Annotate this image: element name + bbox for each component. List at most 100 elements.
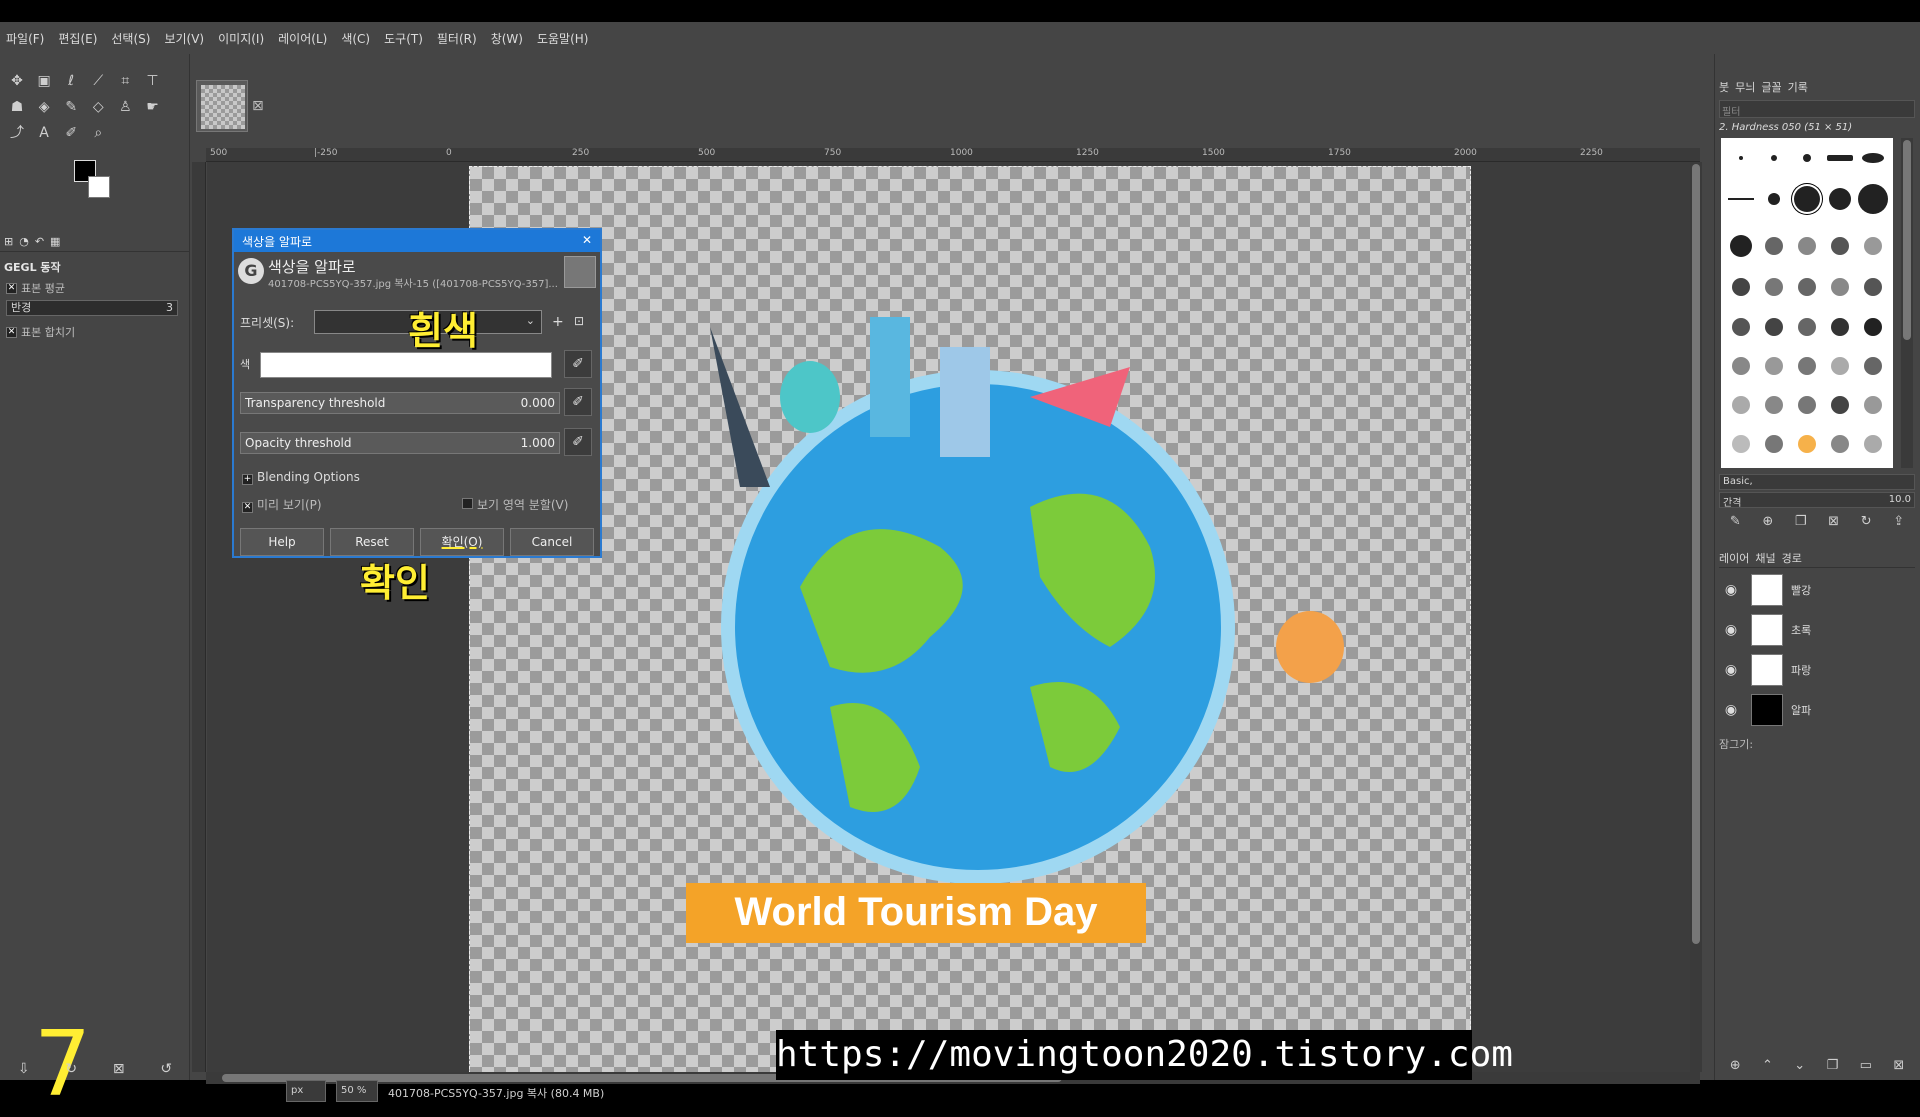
brush-item[interactable]	[1797, 435, 1816, 454]
sample-average-checkbox[interactable]: ✕	[6, 282, 17, 294]
image-tab[interactable]	[196, 80, 248, 132]
brush-item[interactable]	[1863, 435, 1882, 454]
list-item[interactable]: ◉ 초록	[1719, 610, 1915, 650]
menu-file[interactable]: 파일(F)	[6, 30, 44, 47]
brush-grid[interactable]	[1721, 138, 1893, 468]
background-color[interactable]	[88, 176, 110, 198]
brush-scroll-thumb[interactable]	[1903, 140, 1911, 340]
tool-options-tab-icon[interactable]: ⊞	[4, 235, 13, 248]
opacity-picker-icon[interactable]: ✐	[564, 428, 592, 456]
list-item[interactable]: ◉ 알파	[1719, 690, 1915, 730]
brush-item[interactable]	[1830, 356, 1849, 375]
undo-history-tab-icon[interactable]: ↶	[35, 235, 44, 248]
transparency-threshold-slider[interactable]: Transparency threshold 0.000	[240, 392, 560, 414]
channel-to-selection-icon[interactable]: ▭	[1860, 1058, 1872, 1078]
lower-icon[interactable]: ⌄	[1794, 1058, 1805, 1078]
close-tab-icon[interactable]: ⊠	[252, 98, 264, 114]
brush-item[interactable]	[1765, 435, 1784, 454]
delete-channel-icon[interactable]: ⊠	[1893, 1058, 1904, 1078]
list-item[interactable]: ◉ 파랑	[1719, 650, 1915, 690]
brush-item[interactable]	[1797, 317, 1816, 336]
tab-fonts[interactable]: 글꼴	[1761, 79, 1781, 95]
device-status-tab-icon[interactable]: ◔	[19, 235, 29, 248]
paths-icon[interactable]: ⤴	[6, 122, 28, 144]
delete-options-icon[interactable]: ⊠	[113, 1061, 125, 1077]
images-tab-icon[interactable]: ▦	[50, 235, 60, 248]
tab-history[interactable]: 기록	[1788, 79, 1808, 95]
brush-item[interactable]	[1765, 396, 1784, 415]
spacing-spinner[interactable]: 간격 10.0	[1719, 492, 1915, 509]
clone-icon[interactable]: ♙	[114, 96, 136, 118]
brush-item[interactable]	[1739, 155, 1744, 160]
zoom-icon[interactable]: ⌕	[87, 122, 109, 144]
brush-filter-input[interactable]: 필터	[1719, 100, 1915, 118]
brush-item[interactable]	[1857, 183, 1888, 214]
brush-item[interactable]	[1797, 237, 1816, 256]
radius-spinner[interactable]: 반경 3	[6, 300, 178, 316]
preview-toggle[interactable]: ✕ 미리 보기(P)	[242, 496, 322, 513]
preset-menu-icon[interactable]: ⊡	[574, 314, 584, 328]
eye-icon[interactable]: ◉	[1719, 582, 1743, 598]
brush-item[interactable]	[1732, 317, 1751, 336]
crop-icon[interactable]: ⌗	[114, 70, 136, 92]
brush-scrollbar[interactable]	[1901, 138, 1913, 468]
brush-item[interactable]	[1830, 317, 1849, 336]
brush-item[interactable]	[1765, 237, 1784, 256]
brush-item[interactable]	[1802, 153, 1811, 162]
brush-item[interactable]	[1863, 356, 1882, 375]
rect-select-icon[interactable]: ▣	[33, 70, 55, 92]
paintbrush-icon[interactable]: ✎	[60, 96, 82, 118]
sample-merged-row[interactable]: ✕ 표본 합치기	[0, 322, 190, 342]
color-picker-icon[interactable]: ✐	[60, 122, 82, 144]
refresh-brushes-icon[interactable]: ↻	[1861, 514, 1872, 534]
brush-item[interactable]	[1830, 237, 1849, 256]
brush-item[interactable]	[1828, 187, 1851, 210]
opacity-threshold-slider[interactable]: Opacity threshold 1.000	[240, 432, 560, 454]
menu-tools[interactable]: 도구(T)	[384, 30, 423, 47]
close-icon[interactable]: ✕	[582, 233, 592, 249]
list-item[interactable]: ◉ 빨강	[1719, 570, 1915, 610]
eraser-icon[interactable]: ◇	[87, 96, 109, 118]
brush-item[interactable]	[1765, 317, 1784, 336]
edit-brush-icon[interactable]: ✎	[1730, 514, 1741, 534]
brush-item[interactable]	[1765, 278, 1784, 297]
brush-item[interactable]	[1768, 192, 1781, 205]
new-channel-icon[interactable]: ⊕	[1730, 1058, 1741, 1078]
warp-icon[interactable]: ☗	[6, 96, 28, 118]
fuzzy-select-icon[interactable]: ⟋	[87, 70, 109, 92]
brush-item[interactable]	[1732, 435, 1751, 454]
text-tool-icon[interactable]: A	[33, 122, 55, 144]
eye-icon[interactable]: ◉	[1719, 702, 1743, 718]
vertical-scrollbar[interactable]	[1690, 162, 1702, 1072]
reset-options-icon[interactable]: ↺	[160, 1061, 172, 1077]
brush-item[interactable]	[1771, 154, 1778, 161]
brush-item[interactable]	[1728, 197, 1755, 200]
open-as-image-icon[interactable]: ⇪	[1893, 514, 1904, 534]
brush-item[interactable]	[1797, 356, 1816, 375]
transform-icon[interactable]: ⊤	[141, 70, 163, 92]
brush-item[interactable]	[1732, 278, 1751, 297]
zoom-select[interactable]: 50 %	[336, 1080, 378, 1102]
brush-item[interactable]	[1830, 435, 1849, 454]
brush-item[interactable]	[1826, 154, 1853, 161]
cancel-button[interactable]: Cancel	[510, 528, 594, 556]
menu-layer[interactable]: 레이어(L)	[278, 30, 327, 47]
split-view-toggle[interactable]: 보기 영역 분할(V)	[462, 496, 568, 513]
color-picker-icon[interactable]: ✐	[564, 350, 592, 378]
tab-paths[interactable]: 경로	[1782, 550, 1802, 566]
brush-item[interactable]	[1797, 396, 1816, 415]
unit-select[interactable]: px	[286, 1080, 326, 1102]
tab-brushes[interactable]: 붓	[1719, 79, 1729, 95]
vertical-scroll-thumb[interactable]	[1692, 164, 1700, 944]
menu-help[interactable]: 도움말(H)	[537, 30, 589, 47]
brush-item[interactable]	[1861, 152, 1884, 163]
menu-windows[interactable]: 창(W)	[491, 30, 523, 47]
eye-icon[interactable]: ◉	[1719, 622, 1743, 638]
tab-layers[interactable]: 레이어	[1719, 550, 1749, 566]
duplicate-channel-icon[interactable]: ❐	[1827, 1058, 1839, 1078]
brush-item[interactable]	[1830, 396, 1849, 415]
brush-item[interactable]	[1730, 235, 1753, 258]
eye-icon[interactable]: ◉	[1719, 662, 1743, 678]
raise-icon[interactable]: ⌃	[1762, 1058, 1773, 1078]
brush-item[interactable]	[1863, 396, 1882, 415]
